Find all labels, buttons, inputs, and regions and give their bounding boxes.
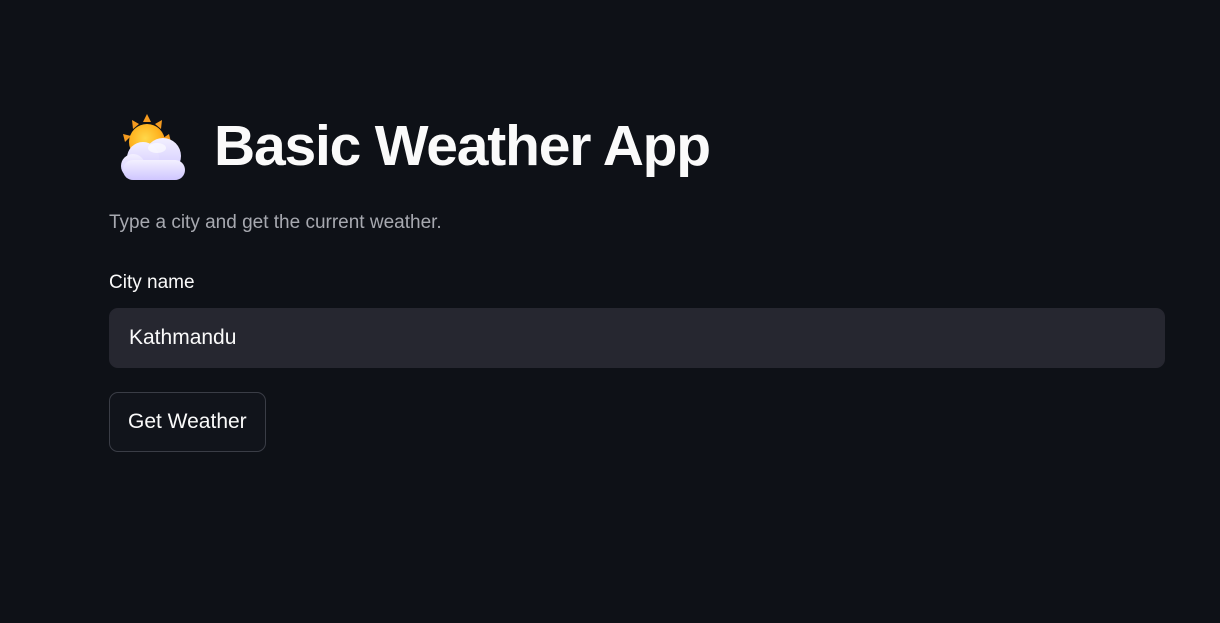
- city-name-input[interactable]: [109, 308, 1165, 368]
- page-title: Basic Weather App: [214, 113, 711, 178]
- city-name-label: City name: [109, 272, 195, 293]
- sun-behind-cloud-icon: [109, 108, 189, 184]
- title-row: Basic Weather App: [109, 108, 711, 184]
- subtitle: Type a city and get the current weather.: [109, 212, 442, 233]
- get-weather-button[interactable]: Get Weather: [109, 392, 266, 452]
- app-container: Basic Weather App Type a city and get th…: [0, 0, 1220, 623]
